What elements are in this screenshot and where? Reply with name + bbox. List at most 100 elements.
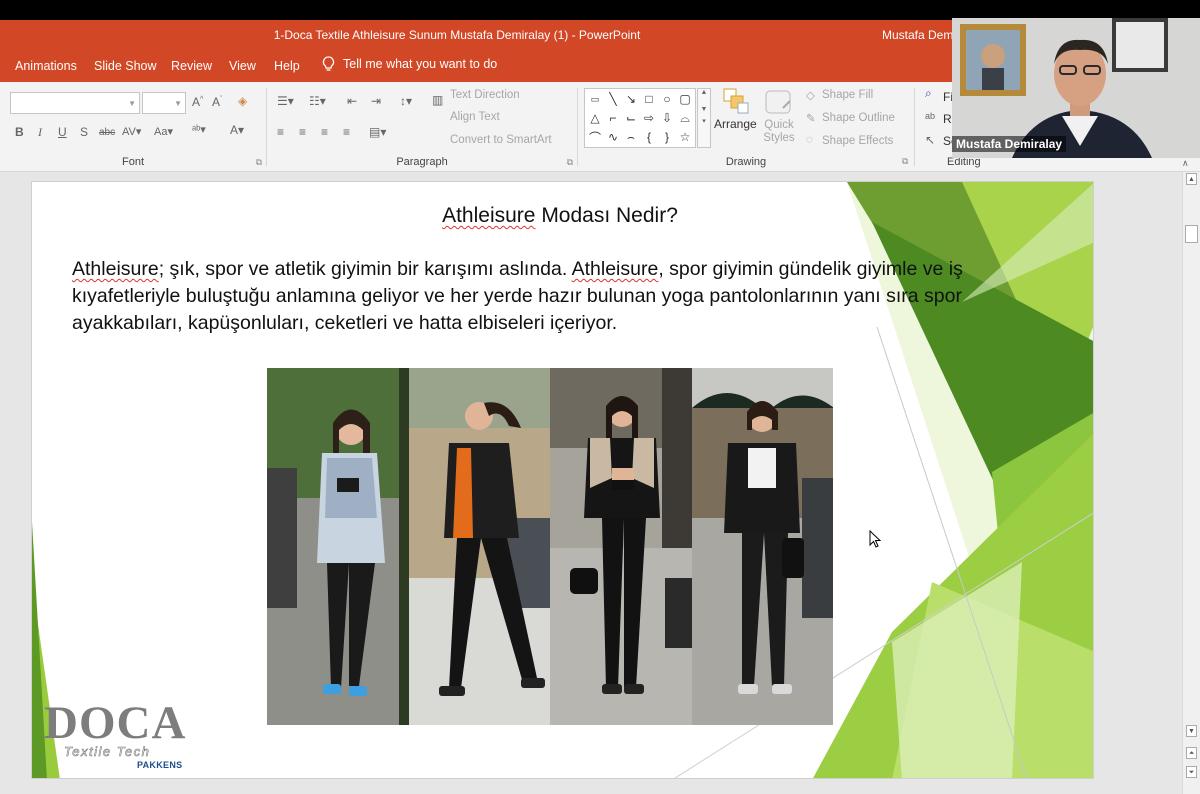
curve-shape-icon[interactable]: ⌒ [586,128,604,146]
screen-top-bar [0,0,1200,20]
dialog-launcher-icon[interactable]: ⧉ [902,156,908,167]
shapes-gallery[interactable]: ▭ ╲ ↘ □ ○ ▢ △ ⌐ ⌙ ⇨ ⇩ ⌓ ⌒ ∿ ⌢ { } ☆ [584,88,696,148]
arrow-line-shape-icon[interactable]: ↘ [622,90,640,108]
triangle-shape-icon[interactable]: △ [586,109,604,127]
tab-slide-show[interactable]: Slide Show [94,59,157,73]
photo-collage[interactable] [267,368,833,725]
shape-outline-icon: ✎ [806,113,816,125]
grow-font-icon[interactable]: A^ [192,95,203,109]
align-center-icon[interactable]: ≡ [299,125,306,139]
tab-view[interactable]: View [229,59,256,73]
doca-logo: DOCA Textile Tech PAKKENS [44,698,194,778]
down-arrow-shape-icon[interactable]: ⇩ [658,109,676,127]
participant-video[interactable]: Mustafa Demiralay [952,18,1200,158]
shapes-scroll[interactable]: ▲ ▼ ▾ [697,88,711,148]
shape-fill-button[interactable]: Shape Fill [822,89,873,101]
quick-styles-button[interactable]: Quick Styles [763,88,795,145]
title-rest: Modası Nedir? [535,204,678,227]
line-shape-icon[interactable]: ╲ [604,90,622,108]
bullets-icon[interactable]: ☰▾ [277,94,294,108]
search-icon: ⌕ [925,86,932,100]
scroll-up-icon[interactable]: ▲ [698,89,710,96]
tell-me-text: Tell me what you want to do [343,57,498,71]
slide-canvas[interactable]: Athleisure Modası Nedir? Athleisure; şık… [31,181,1094,779]
arrange-icon [723,88,749,114]
arc-shape-icon[interactable]: ⌢ [622,128,640,146]
align-right-icon[interactable]: ≡ [321,125,328,139]
freeform-shape-icon[interactable]: ⌓ [676,109,694,127]
account-name[interactable]: Mustafa Demi [882,28,956,42]
rectangle-shape-icon[interactable]: □ [640,90,658,108]
collapse-ribbon-icon[interactable]: ∧ [1182,158,1189,169]
change-case-icon[interactable]: Aa▾ [154,125,173,138]
elbow-shape-icon[interactable]: ⌙ [622,109,640,127]
arrange-button[interactable]: Arrange [714,86,757,131]
collage-photo-1 [267,368,409,725]
replace-icon: ab [925,111,936,121]
scroll-up-icon[interactable]: ▲ [1186,173,1197,185]
next-slide-icon[interactable]: ⏷ [1186,766,1197,778]
rounded-rect-shape-icon[interactable]: ▢ [676,90,694,108]
tab-animations[interactable]: Animations [15,59,77,73]
shape-effects-button[interactable]: Shape Effects [822,135,893,147]
columns-icon[interactable]: ▥ [432,93,443,107]
decrease-indent-icon[interactable]: ⇤ [347,94,357,108]
vertical-scrollbar[interactable]: ▲ ▼ ⏶ ⏷ [1182,172,1200,794]
distributed-icon[interactable]: ▤▾ [369,125,386,139]
textbox-shape-icon[interactable]: ▭ [586,90,604,108]
bold-icon[interactable]: B [15,125,24,139]
font-group: ▼ ▼ A^ Aˇ ◈ B I U S abc AV▾ Aa▾ ᵃᵇ▾ A▾ F… [0,82,266,172]
tab-help[interactable]: Help [274,59,300,73]
arrange-label: Arrange [714,117,757,131]
quick-label-1: Quick [764,119,794,131]
star-shape-icon[interactable]: ☆ [676,128,694,146]
scribble-shape-icon[interactable]: ∿ [604,128,622,146]
font-size-combo[interactable]: ▼ [142,92,186,114]
text-direction-button[interactable]: Text Direction [450,89,520,101]
underline-icon[interactable]: U [58,125,67,139]
collage-photo-2 [408,368,550,725]
logo-main-text: DOCA [44,697,187,749]
body-keyword-1: Athleisure [72,258,159,280]
strikethrough-icon[interactable]: abc [99,127,115,138]
shape-outline-button[interactable]: Shape Outline [822,112,895,124]
quick-styles-icon [765,90,791,114]
numbering-icon[interactable]: ☷▾ [309,94,326,108]
brace-left-shape-icon[interactable]: { [640,128,658,146]
connector-shape-icon[interactable]: ⌐ [604,109,622,127]
increase-indent-icon[interactable]: ⇥ [371,94,381,108]
lightbulb-icon [322,56,335,71]
scroll-thumb[interactable] [1185,225,1198,243]
slide-body-text: Athleisure; şık, spor ve atletik giyimin… [72,256,1062,337]
align-text-button[interactable]: Align Text [450,111,500,123]
font-color-icon[interactable]: A▾ [230,123,244,137]
dialog-launcher-icon[interactable]: ⧉ [567,157,573,168]
line-spacing-icon[interactable]: ↕▾ [400,94,412,108]
justify-icon[interactable]: ≡ [343,125,350,139]
body-part-1: ; şık, spor ve atletik giyimin bir karış… [158,258,572,280]
oval-shape-icon[interactable]: ○ [658,90,676,108]
clear-format-icon[interactable]: ◈ [238,94,247,108]
shadow-icon[interactable]: S [80,125,88,139]
right-arrow-shape-icon[interactable]: ⇨ [640,109,658,127]
tell-me-search[interactable]: Tell me what you want to do [322,56,497,72]
previous-slide-icon[interactable]: ⏶ [1186,747,1197,759]
char-spacing-icon[interactable]: AV▾ [122,125,141,138]
font-name-combo[interactable]: ▼ [10,92,140,114]
more-shapes-icon[interactable]: ▾ [698,117,710,125]
italic-icon[interactable]: I [38,125,42,140]
shrink-font-icon[interactable]: Aˇ [212,95,222,109]
replace-button[interactable]: R [943,112,952,126]
align-left-icon[interactable]: ≡ [277,125,284,139]
chevron-down-icon: ▼ [174,99,182,108]
body-keyword-2: Athleisure [571,258,659,280]
scroll-down-icon[interactable]: ▼ [698,106,710,113]
brace-right-shape-icon[interactable]: } [658,128,676,146]
convert-smartart-button[interactable]: Convert to SmartArt [450,134,552,146]
tab-review[interactable]: Review [171,59,212,73]
logo-brand-text: PAKKENS [137,760,183,770]
scroll-down-icon[interactable]: ▼ [1186,725,1197,737]
dialog-launcher-icon[interactable]: ⧉ [256,157,262,168]
drawing-group-label: Drawing [725,156,767,168]
highlight-icon[interactable]: ᵃᵇ▾ [192,123,206,136]
